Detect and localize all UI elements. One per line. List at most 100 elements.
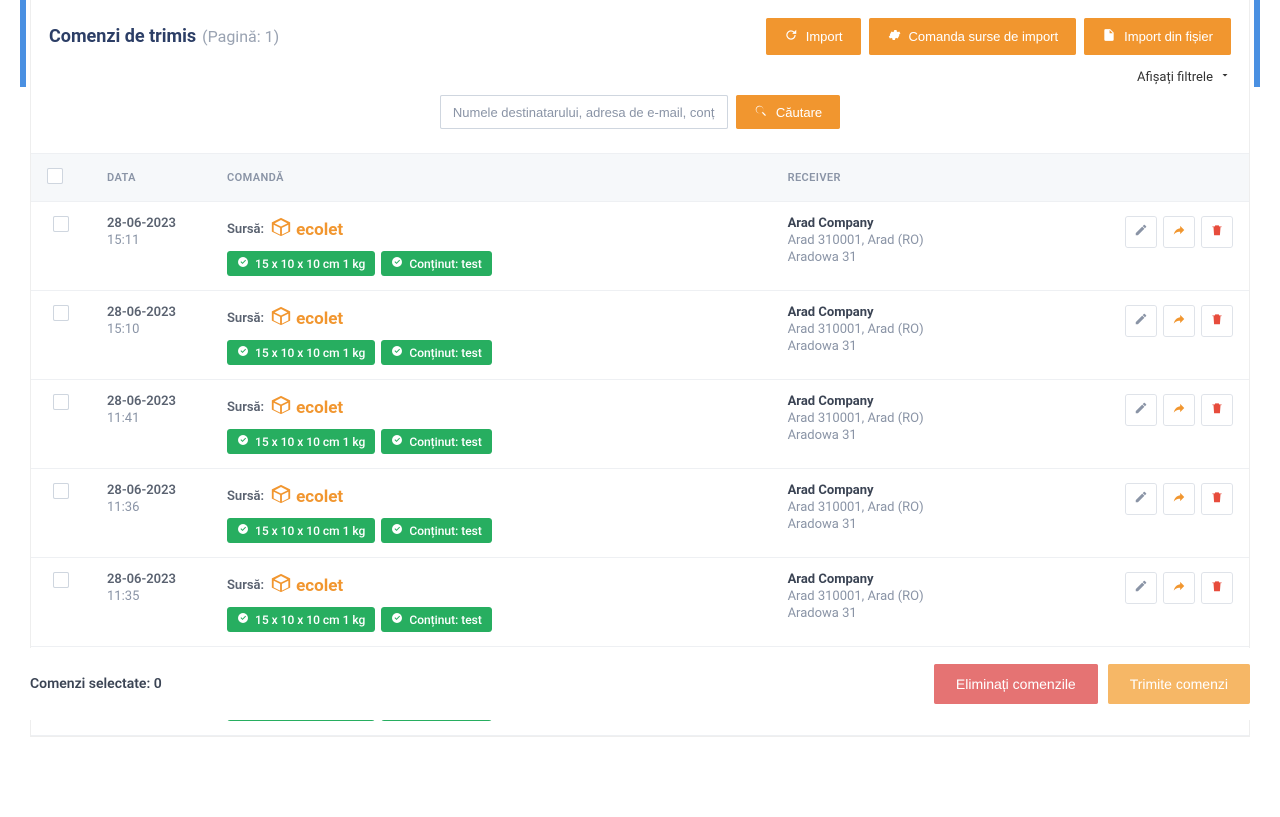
receiver-address-2: Aradowa 31 [788, 517, 1073, 532]
search-button[interactable]: Căutare [736, 95, 840, 129]
delete-button[interactable] [1201, 394, 1233, 426]
dimensions-badge: 15 x 10 x 10 cm 1 kg [227, 251, 375, 276]
row-date: 28-06-2023 [107, 394, 195, 409]
content-text: Conținut: test [409, 435, 481, 449]
source-label: Sursă: [227, 311, 264, 326]
import-button[interactable]: Import [766, 18, 861, 55]
footer-bar: Comenzi selectate: 0 Eliminați comenzile… [0, 648, 1280, 720]
row-checkbox[interactable] [53, 394, 69, 410]
selected-label: Comenzi selectate: [30, 676, 150, 692]
content-text: Conținut: test [409, 346, 481, 360]
receiver-address-2: Aradowa 31 [788, 250, 1073, 265]
source-label: Sursă: [227, 578, 264, 593]
col-header-receiver: RECEIVER [772, 154, 1089, 202]
content-text: Conținut: test [409, 613, 481, 627]
dimensions-text: 15 x 10 x 10 cm 1 kg [255, 257, 365, 271]
pencil-icon [1134, 490, 1148, 508]
import-file-button[interactable]: Import din fișier [1084, 18, 1231, 55]
edit-button[interactable] [1125, 483, 1157, 515]
brand-logo: ecolet [270, 305, 343, 332]
row-time: 15:11 [107, 233, 195, 248]
dimensions-text: 15 x 10 x 10 cm 1 kg [255, 346, 365, 360]
receiver-address-1: Arad 310001, Arad (RO) [788, 322, 1073, 337]
table-row: 28-06-2023 11:41 Sursă: ecolet 15 x 10 x… [31, 380, 1249, 469]
refresh-icon [784, 28, 798, 45]
row-checkbox[interactable] [53, 216, 69, 232]
col-header-order: COMANDĂ [211, 154, 772, 202]
brand-name: ecolet [296, 576, 343, 596]
delete-button[interactable] [1201, 483, 1233, 515]
table-row: 28-06-2023 11:36 Sursă: ecolet 15 x 10 x… [31, 469, 1249, 558]
receiver-address-1: Arad 310001, Arad (RO) [788, 411, 1073, 426]
edit-button[interactable] [1125, 394, 1157, 426]
forward-icon [1172, 312, 1186, 330]
row-time: 11:41 [107, 411, 195, 426]
row-date: 28-06-2023 [107, 305, 195, 320]
delete-orders-button[interactable]: Eliminați comenzile [934, 664, 1098, 704]
receiver-address-1: Arad 310001, Arad (RO) [788, 233, 1073, 248]
check-circle-icon [391, 523, 403, 538]
dimensions-text: 15 x 10 x 10 cm 1 kg [255, 613, 365, 627]
package-icon [270, 305, 292, 332]
check-circle-icon [391, 345, 403, 360]
receiver-address-2: Aradowa 31 [788, 606, 1073, 621]
forward-icon [1172, 490, 1186, 508]
gear-icon [887, 28, 901, 45]
edit-button[interactable] [1125, 305, 1157, 337]
check-circle-icon [391, 612, 403, 627]
table-row: 28-06-2023 15:11 Sursă: ecolet 15 x 10 x… [31, 202, 1249, 291]
page-title: Comenzi de trimis [49, 26, 196, 47]
forward-button[interactable] [1163, 394, 1195, 426]
source-label: Sursă: [227, 400, 264, 415]
receiver-address-2: Aradowa 31 [788, 428, 1073, 443]
table-row: 28-06-2023 11:35 Sursă: ecolet 15 x 10 x… [31, 558, 1249, 647]
import-file-button-label: Import din fișier [1124, 29, 1213, 44]
send-orders-button[interactable]: Trimite comenzi [1108, 664, 1250, 704]
brand-name: ecolet [296, 220, 343, 240]
package-icon [270, 483, 292, 510]
chevron-down-icon [1219, 69, 1231, 85]
content-badge: Conținut: test [381, 607, 491, 632]
search-icon [754, 104, 768, 121]
edit-button[interactable] [1125, 216, 1157, 248]
forward-icon [1172, 223, 1186, 241]
brand-logo: ecolet [270, 394, 343, 421]
delete-button[interactable] [1201, 305, 1233, 337]
check-circle-icon [391, 256, 403, 271]
brand-logo: ecolet [270, 572, 343, 599]
show-filters-toggle[interactable]: Afișați filtrele [1137, 69, 1231, 85]
dimensions-text: 15 x 10 x 10 cm 1 kg [255, 435, 365, 449]
content-badge: Conținut: test [381, 429, 491, 454]
forward-button[interactable] [1163, 572, 1195, 604]
receiver-address-1: Arad 310001, Arad (RO) [788, 589, 1073, 604]
search-input[interactable] [440, 95, 728, 129]
import-sources-button[interactable]: Comanda surse de import [869, 18, 1077, 55]
delete-button[interactable] [1201, 572, 1233, 604]
receiver-name: Arad Company [788, 572, 1073, 587]
dimensions-badge: 15 x 10 x 10 cm 1 kg [227, 429, 375, 454]
trash-icon [1210, 401, 1224, 419]
package-icon [270, 572, 292, 599]
dimensions-badge: 15 x 10 x 10 cm 1 kg [227, 518, 375, 543]
forward-button[interactable] [1163, 483, 1195, 515]
search-button-label: Căutare [776, 105, 822, 120]
forward-button[interactable] [1163, 305, 1195, 337]
brand-logo: ecolet [270, 483, 343, 510]
delete-button[interactable] [1201, 216, 1233, 248]
row-checkbox[interactable] [53, 305, 69, 321]
forward-button[interactable] [1163, 216, 1195, 248]
brand-name: ecolet [296, 398, 343, 418]
receiver-address-1: Arad 310001, Arad (RO) [788, 500, 1073, 515]
select-all-checkbox[interactable] [47, 168, 63, 184]
receiver-address-2: Aradowa 31 [788, 339, 1073, 354]
dimensions-badge: 15 x 10 x 10 cm 1 kg [227, 607, 375, 632]
dimensions-badge: 15 x 10 x 10 cm 1 kg [227, 340, 375, 365]
package-icon [270, 394, 292, 421]
receiver-name: Arad Company [788, 216, 1073, 231]
receiver-name: Arad Company [788, 483, 1073, 498]
row-checkbox[interactable] [53, 572, 69, 588]
row-date: 28-06-2023 [107, 572, 195, 587]
edit-button[interactable] [1125, 572, 1157, 604]
row-checkbox[interactable] [53, 483, 69, 499]
forward-icon [1172, 579, 1186, 597]
